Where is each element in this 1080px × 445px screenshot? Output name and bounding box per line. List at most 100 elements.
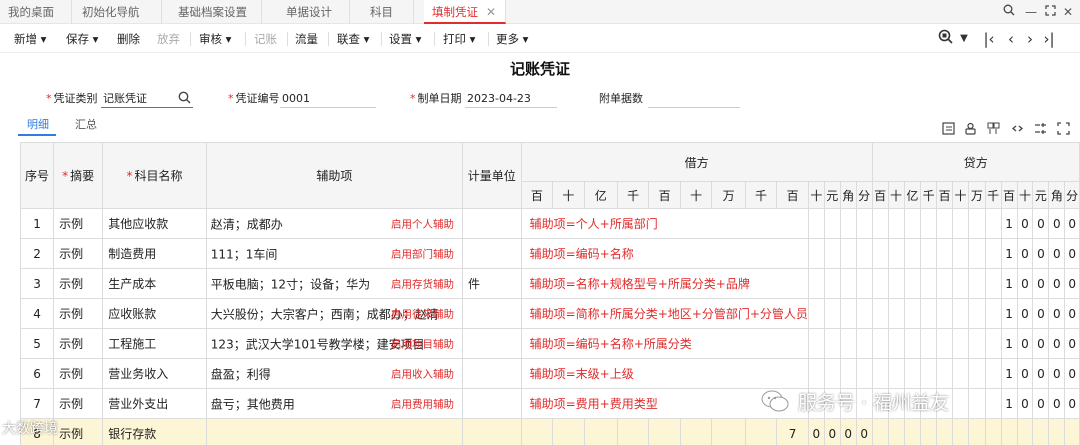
credit-digit-cell[interactable]: 1 (1000, 208, 1018, 239)
credit-digit-cell[interactable]: 0 (1016, 328, 1034, 359)
credit-digit-cell[interactable]: 0 (1064, 358, 1080, 389)
voucher-date-field[interactable]: 2023-04-23 (465, 90, 557, 108)
debit-digit-cell[interactable] (648, 418, 681, 445)
seq-cell[interactable]: 3 (19, 268, 55, 299)
account-cell[interactable]: 营业外支出 (102, 388, 207, 419)
search-icon[interactable] (178, 91, 191, 110)
summary-cell[interactable]: 示例 (53, 208, 104, 239)
post-button[interactable]: 记账 (254, 30, 277, 48)
account-cell[interactable]: 应收账款 (102, 298, 207, 329)
credit-digit-cell[interactable] (967, 268, 986, 299)
debit-digit-cell[interactable] (839, 208, 857, 239)
credit-digit-cell[interactable] (967, 298, 986, 329)
credit-digit-cell[interactable] (952, 328, 969, 359)
credit-digit-cell[interactable]: 0 (1032, 358, 1050, 389)
credit-digit-cell[interactable] (984, 238, 1002, 269)
table-row[interactable]: 1 示例 其他应收款 赵清；成都办 启用个人辅助 辅助项=个人+所属部门 1 0 0 0 0 (19, 208, 1080, 239)
credit-digit-cell[interactable]: 0 (1064, 238, 1080, 269)
chevron-down-icon[interactable]: ▼ (956, 29, 972, 49)
seq-cell[interactable]: 6 (19, 358, 55, 389)
credit-digit-cell[interactable] (887, 208, 905, 239)
credit-digit-cell[interactable]: 0 (1016, 388, 1034, 419)
credit-digit-cell[interactable] (871, 298, 889, 329)
debit-digit-cell[interactable] (807, 268, 825, 299)
credit-digit-cell[interactable]: 0 (1016, 238, 1034, 269)
debit-digit-cell[interactable] (823, 268, 841, 299)
aux-cell[interactable]: 123；武汉大学101号教学楼；建安项目 启用项目辅助 (205, 328, 464, 359)
enable-aux-link[interactable]: 启用收入辅助 (391, 366, 454, 381)
debit-digit-cell[interactable] (855, 208, 873, 239)
credit-digit-cell[interactable]: 0 (1048, 298, 1066, 329)
summary-cell[interactable]: 示例 (53, 268, 104, 299)
debit-digit-cell[interactable] (616, 418, 650, 445)
seq-cell[interactable]: 7 (19, 388, 55, 419)
account-cell[interactable]: 银行存款 (102, 418, 207, 445)
credit-digit-cell[interactable] (967, 238, 986, 269)
debit-digit-cell[interactable] (807, 238, 825, 269)
enable-aux-link[interactable]: 启用存货辅助 (391, 276, 454, 291)
credit-digit-cell[interactable] (920, 208, 938, 239)
credit-digit-cell[interactable] (967, 418, 986, 445)
tab-detail[interactable]: 明细 (27, 116, 49, 132)
credit-digit-cell[interactable] (887, 328, 905, 359)
add-button[interactable]: 新增 ▾ (14, 30, 46, 48)
credit-digit-cell[interactable] (920, 238, 938, 269)
aux-cell[interactable]: 赵清；成都办 启用个人辅助 (205, 208, 464, 239)
credit-digit-cell[interactable] (903, 298, 922, 329)
account-cell[interactable]: 制造费用 (102, 238, 207, 269)
enable-aux-link[interactable]: 启用部门辅助 (391, 246, 454, 261)
first-page-icon[interactable]: |‹ (981, 29, 997, 49)
debit-digit-cell[interactable] (807, 298, 825, 329)
credit-digit-cell[interactable] (920, 298, 938, 329)
credit-digit-cell[interactable] (967, 388, 986, 419)
debit-digit-cell[interactable] (679, 418, 713, 445)
credit-digit-cell[interactable]: 0 (1032, 328, 1050, 359)
credit-digit-cell[interactable]: 1 (1000, 328, 1018, 359)
summary-cell[interactable]: 示例 (53, 358, 104, 389)
credit-digit-cell[interactable] (903, 208, 922, 239)
search-icon[interactable] (1000, 3, 1018, 21)
seq-cell[interactable]: 5 (19, 328, 55, 359)
credit-digit-cell[interactable] (936, 298, 954, 329)
credit-digit-cell[interactable]: 0 (1048, 238, 1066, 269)
credit-digit-cell[interactable]: 0 (1064, 298, 1080, 329)
minimize-icon[interactable]: — (1022, 3, 1040, 21)
debit-digit-cell[interactable] (855, 268, 873, 299)
credit-digit-cell[interactable] (984, 328, 1002, 359)
next-page-icon[interactable]: › (1022, 29, 1038, 49)
seq-cell[interactable]: 2 (19, 238, 55, 269)
credit-digit-cell[interactable] (952, 238, 969, 269)
credit-digit-cell[interactable] (936, 238, 954, 269)
aux-cell[interactable]: 111；1车间 启用部门辅助 (205, 238, 464, 269)
credit-digit-cell[interactable] (903, 268, 922, 299)
credit-digit-cell[interactable] (871, 268, 889, 299)
debit-digit-cell[interactable] (855, 238, 873, 269)
credit-digit-cell[interactable]: 0 (1016, 268, 1034, 299)
credit-digit-cell[interactable] (984, 418, 1002, 445)
table-row[interactable]: 2 示例 制造费用 111；1车间 启用部门辅助 辅助项=编码+名称 1 0 0 0 0 (19, 238, 1080, 269)
grid-icon[interactable] (985, 122, 1001, 138)
tab-my-desktop[interactable]: 我的桌面 (0, 0, 72, 24)
summary-cell[interactable]: 示例 (53, 388, 104, 419)
credit-digit-cell[interactable] (903, 238, 922, 269)
aux-cell[interactable]: 大兴股份；大宗客户；西南；成都办；赵清 启用往来辅助 (205, 298, 464, 329)
credit-digit-cell[interactable] (984, 208, 1002, 239)
credit-digit-cell[interactable]: 0 (1064, 268, 1080, 299)
credit-digit-cell[interactable]: 0 (1032, 238, 1050, 269)
unit-cell[interactable] (462, 418, 522, 445)
credit-digit-cell[interactable] (984, 358, 1002, 389)
credit-digit-cell[interactable] (936, 328, 954, 359)
credit-digit-cell[interactable]: 0 (1032, 208, 1050, 239)
unit-cell[interactable] (462, 328, 522, 359)
credit-digit-cell[interactable] (1032, 418, 1050, 445)
debit-digit-cell[interactable] (552, 418, 585, 445)
credit-digit-cell[interactable]: 0 (1032, 268, 1050, 299)
close-icon[interactable]: ✕ (486, 5, 496, 19)
aux-cell[interactable]: 平板电脑；12寸；设备；华为 启用存货辅助 (205, 268, 464, 299)
summary-cell[interactable]: 示例 (53, 328, 104, 359)
tab-account[interactable]: 科目 (362, 0, 414, 24)
credit-digit-cell[interactable] (936, 268, 954, 299)
review-button[interactable]: 审核 ▾ (199, 30, 231, 48)
more-button[interactable]: 更多 ▾ (496, 30, 528, 48)
credit-digit-cell[interactable] (903, 328, 922, 359)
